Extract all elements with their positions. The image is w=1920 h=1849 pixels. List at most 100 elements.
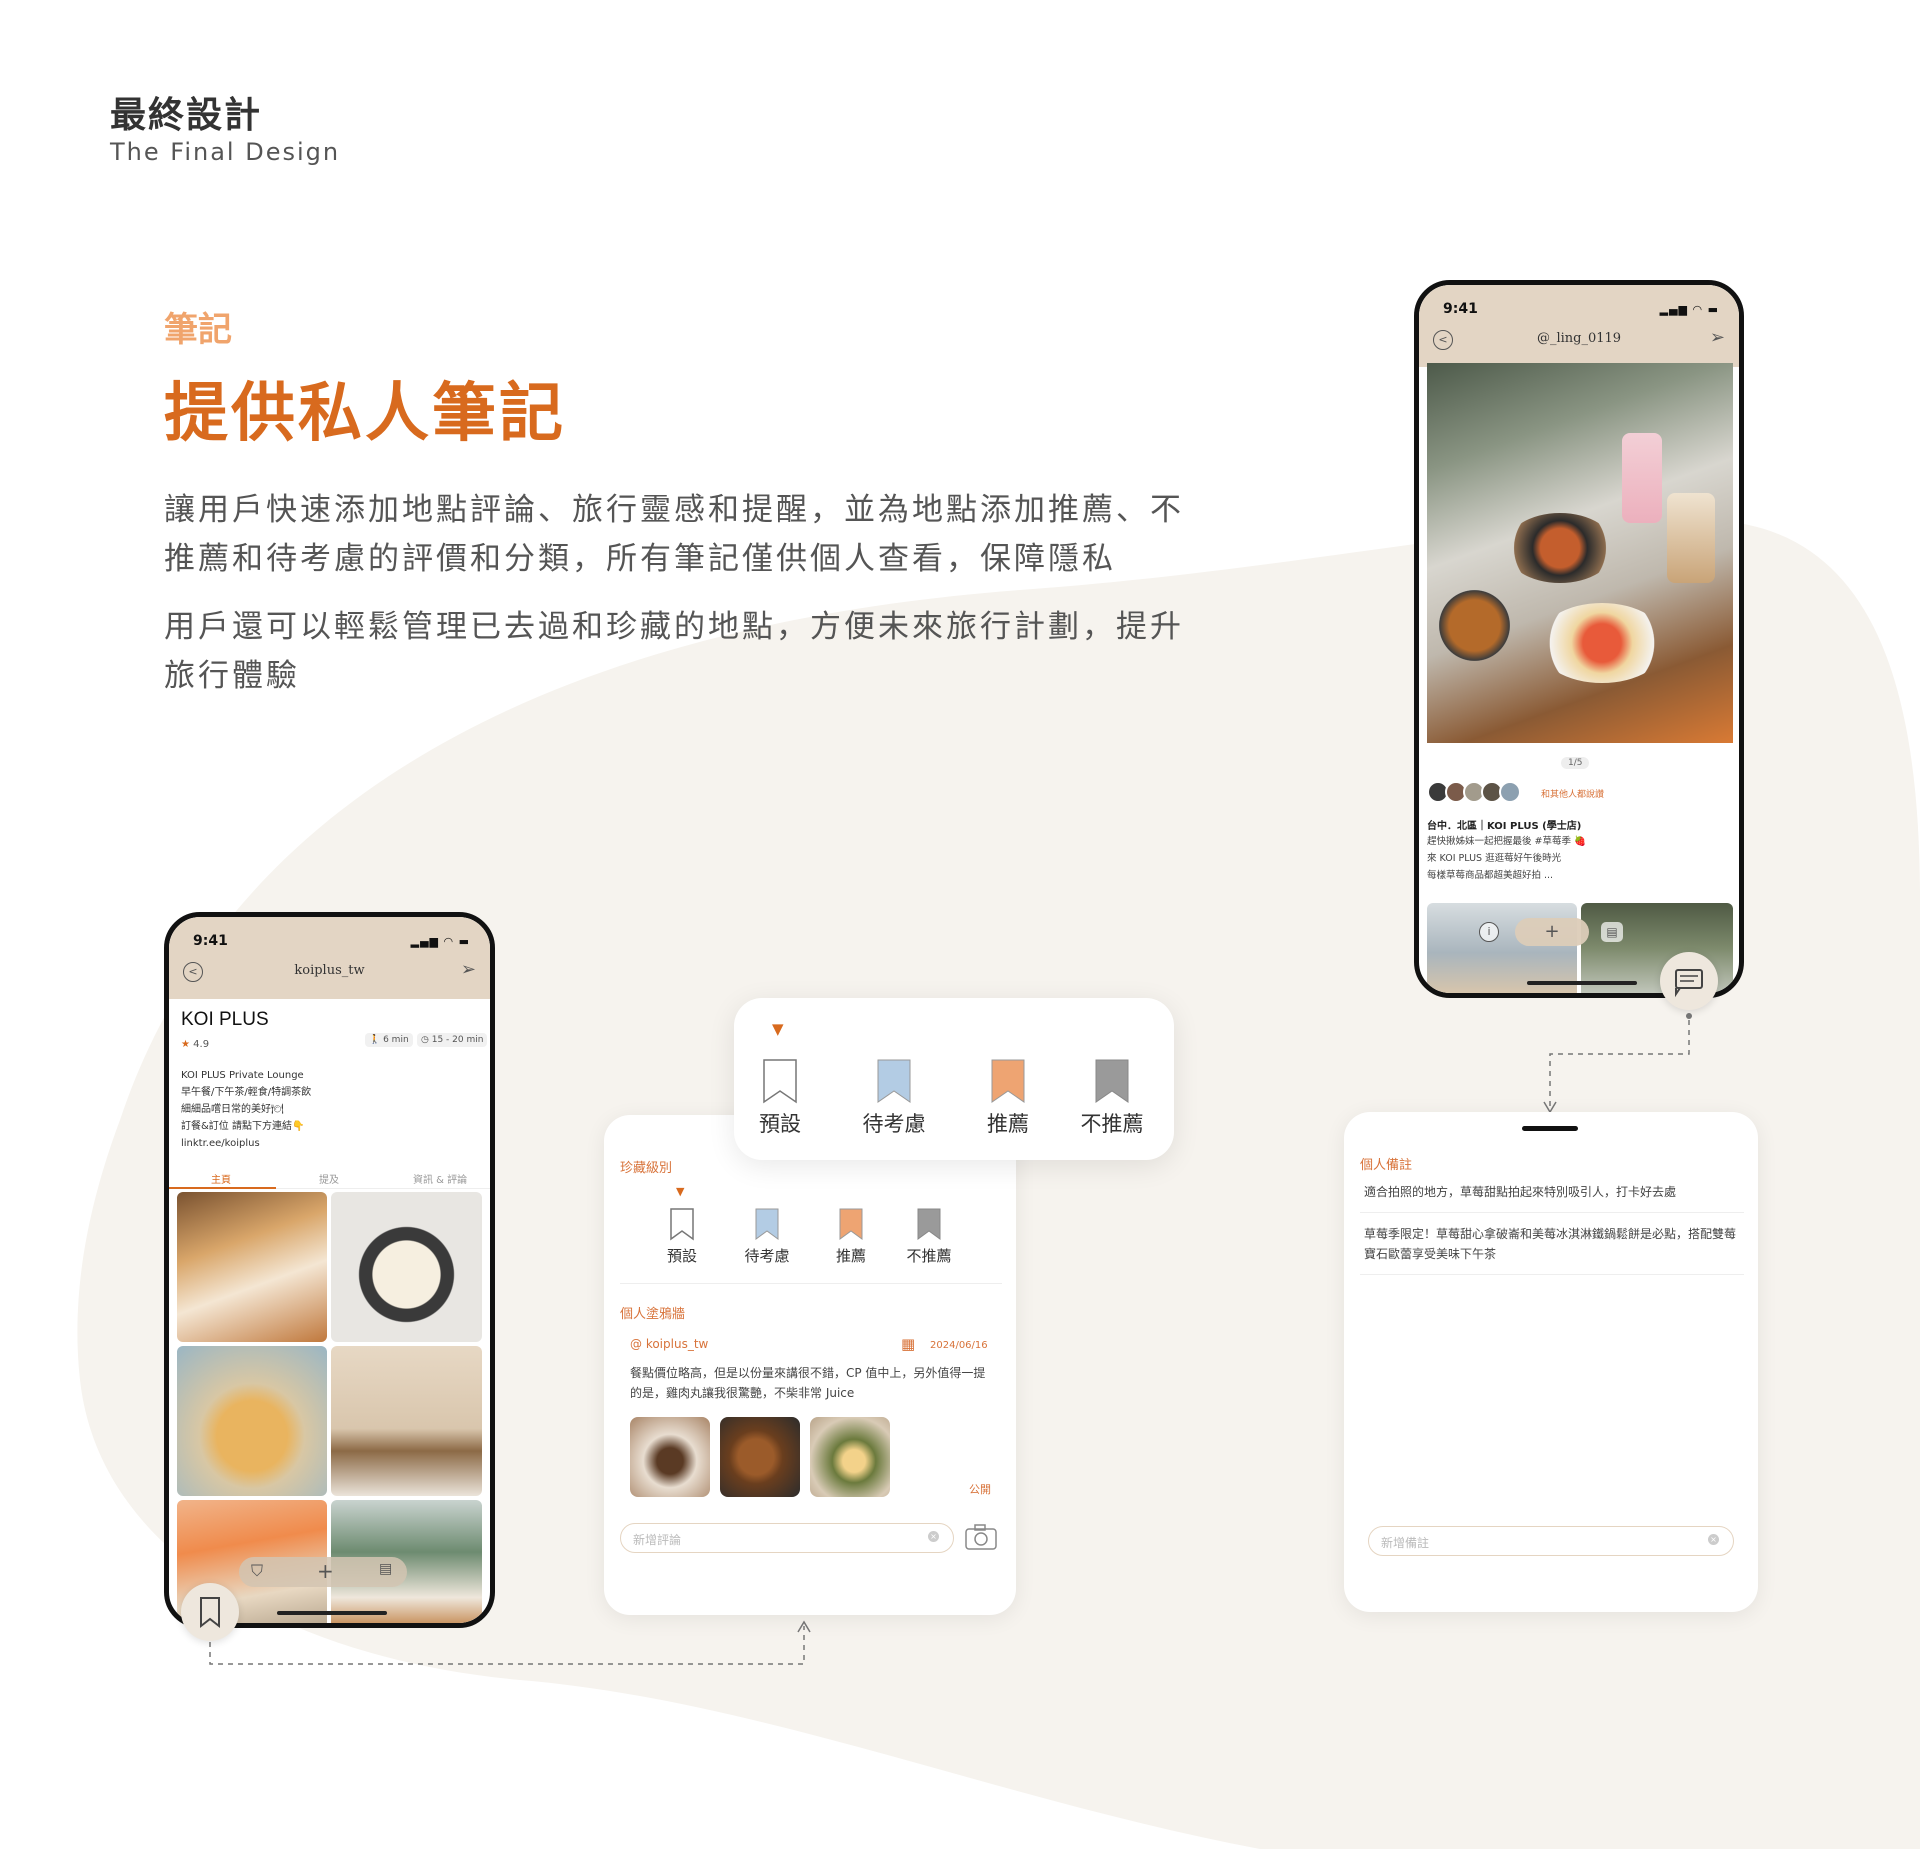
- popup-default-label: 預設: [759, 1112, 801, 1136]
- wait-time: 15 - 20 min: [431, 1035, 484, 1045]
- divider: [1360, 1212, 1744, 1213]
- drink-strawberry: [1622, 433, 1662, 523]
- add-button[interactable]: +: [317, 1559, 334, 1583]
- post-caption-title: 台中．北區｜KOI PLUS (學士店): [1427, 821, 1582, 832]
- tab-mentions[interactable]: 提及: [319, 1171, 339, 1186]
- add-pill-button[interactable]: +: [1515, 918, 1589, 946]
- bio-link[interactable]: linktr.ee/koiplus: [181, 1135, 311, 1152]
- phone-right: 9:41 ▂▄▆ ◠ ▬ < @_ling_0119 ➢ 1/5 和其他人都說讚…: [1414, 280, 1744, 998]
- connector-right: [1543, 1013, 1692, 1114]
- popup-bookmark-recommend-icon[interactable]: [990, 1058, 1026, 1104]
- post-photo[interactable]: [1427, 363, 1733, 743]
- divider: [620, 1283, 1002, 1284]
- bookmark-not-recommend-label: 不推薦: [906, 1247, 952, 1265]
- visibility-label[interactable]: 公開: [969, 1481, 991, 1497]
- camera-icon[interactable]: [964, 1522, 998, 1552]
- popup-bookmark-not-recommend-icon[interactable]: [1094, 1058, 1130, 1104]
- bio-line: 早午餐/下午茶/輕食/特調茶飲: [181, 1087, 312, 1098]
- bookmark-small-icon[interactable]: ⛉: [251, 1561, 263, 1581]
- comment-photo-dessert[interactable]: [630, 1417, 710, 1497]
- note-input[interactable]: 新增備註: [1368, 1526, 1734, 1556]
- status-header: [169, 917, 490, 999]
- dish-napoleon: [1537, 603, 1667, 683]
- note-item-2[interactable]: 草莓季限定！草莓甜心拿破崙和美莓冰淇淋鐵鍋鬆餅是必點，搭配雙莓寶石歐蕾享受美味下…: [1364, 1224, 1740, 1264]
- comment-photo-chicken[interactable]: [720, 1417, 800, 1497]
- status-header: [1419, 285, 1739, 367]
- bookmark-consider-icon[interactable]: [754, 1207, 780, 1241]
- collection-title: 珍藏級別: [620, 1161, 673, 1176]
- bookmark-recommend-label: 推薦: [835, 1247, 866, 1265]
- home-indicator: [1527, 981, 1637, 985]
- profile-tabs: 主頁 提及 資訊 & 評論: [169, 1167, 490, 1189]
- phone-left: 9:41 ▂▄▆ ◠ ▬ < koiplus_tw ➢ KOI PLUS ★ 4…: [164, 912, 495, 1628]
- photo-pancakes[interactable]: [177, 1192, 327, 1342]
- status-time: 9:41: [193, 933, 228, 949]
- connector-left: [209, 1620, 811, 1665]
- walk-time: 6 min: [383, 1035, 409, 1045]
- info-glyph: i: [1487, 925, 1491, 938]
- profile-handle: koiplus_tw: [294, 963, 365, 978]
- signal-battery-icon: ▂▄▆ ◠ ▬: [410, 935, 470, 948]
- collection-card: 珍藏級別 ▼ 預設 待考慮 推薦 不推薦 個人塗鴉牆 @ koiplus_tw …: [604, 1115, 1016, 1615]
- note-item-1[interactable]: 適合拍照的地方，草莓甜點拍起來特別吸引人，打卡好去處: [1364, 1182, 1740, 1202]
- rating-value: 4.9: [193, 1039, 210, 1050]
- sheet-handle: [1522, 1126, 1578, 1131]
- place-name: KOI PLUS: [181, 1009, 269, 1030]
- walk-badge: 🚶 6 min: [365, 1033, 413, 1047]
- comment-input[interactable]: 新增評論: [620, 1523, 954, 1553]
- page-title: 最終設計: [110, 95, 263, 136]
- popup-bookmark-consider-icon[interactable]: [876, 1058, 912, 1104]
- note-icon[interactable]: ▤: [1601, 922, 1623, 942]
- send-icon[interactable]: ➢: [1710, 327, 1725, 348]
- comment-photo-brunch[interactable]: [810, 1417, 890, 1497]
- popup-bookmark-default-icon[interactable]: [762, 1058, 798, 1104]
- caption-line: 來 KOI PLUS 逛逛莓好午後時光: [1427, 853, 1562, 864]
- drink-latte: [1667, 493, 1715, 583]
- page-subtitle: The Final Design: [110, 138, 341, 166]
- clear-icon[interactable]: ×: [928, 1531, 939, 1542]
- popup-recommend-label: 推薦: [987, 1112, 1029, 1136]
- signal-battery-icon: ▂▄▆ ◠ ▬: [1659, 303, 1719, 316]
- note-icon: [1675, 969, 1703, 998]
- comment-text: 餐點價位略高，但是以份量來講很不錯，CP 值中上，另外值得一提的是，雞肉丸讓我很…: [630, 1366, 986, 1400]
- bookmark-float-button[interactable]: [181, 1583, 239, 1641]
- caption-line: 趕快揪姊妹一起把握最後 #草莓季 🍓: [1427, 836, 1586, 847]
- dish-pot: [1505, 513, 1615, 583]
- walk-icon: 🚶: [369, 1035, 381, 1045]
- bookmark-consider-label: 待考慮: [744, 1247, 790, 1265]
- bio-line: 細細品嚐日常的美好🍽: [181, 1104, 284, 1115]
- graffiti-title: 個人塗鴉牆: [620, 1307, 686, 1322]
- clear-icon[interactable]: ×: [1708, 1534, 1719, 1545]
- photo-salad[interactable]: [331, 1346, 482, 1496]
- bio-line: KOI PLUS Private Lounge: [181, 1070, 304, 1081]
- bookmark-popup: ▼ 預設 待考慮 推薦 不推薦: [734, 998, 1174, 1160]
- bookmark-default-label: 預設: [666, 1247, 697, 1265]
- calendar-icon: ▦: [901, 1335, 916, 1353]
- note-float-button[interactable]: [1660, 952, 1718, 1010]
- info-icon[interactable]: i: [1479, 922, 1499, 942]
- comment-date: 2024/06/16: [930, 1340, 988, 1351]
- post-author: @_ling_0119: [1536, 331, 1622, 346]
- section-description-1: 讓用戶快速添加地點評論、旅行靈感和提醒，並為地點添加推薦、不推薦和待考慮的評價和…: [164, 492, 1184, 577]
- post-caption: 趕快揪姊妹一起把握最後 #草莓季 🍓 來 KOI PLUS 逛逛莓好午後時光 每…: [1427, 833, 1586, 884]
- home-indicator: [277, 1611, 387, 1615]
- tab-info-reviews[interactable]: 資訊 & 評論: [413, 1171, 467, 1186]
- bookmark-default-icon[interactable]: [669, 1207, 695, 1241]
- star-icon: ★: [181, 1039, 190, 1050]
- send-icon[interactable]: ➢: [461, 959, 476, 980]
- liked-text[interactable]: 和其他人都說讚: [1541, 787, 1604, 800]
- pager: 1/5: [1561, 757, 1590, 769]
- bookmark-not-recommend-icon[interactable]: [916, 1207, 942, 1241]
- bookmark-recommend-icon[interactable]: [838, 1207, 864, 1241]
- notes-icon[interactable]: ▤: [379, 1561, 392, 1577]
- photo-benedict[interactable]: [331, 1192, 482, 1342]
- section-description-2: 用戶還可以輕鬆管理已去過和珍藏的地點，方便未來旅行計劃，提升旅行體驗: [164, 609, 1184, 694]
- divider: [1360, 1274, 1744, 1275]
- photo-tarts[interactable]: [177, 1346, 327, 1496]
- liked-avatars: [1427, 781, 1537, 803]
- tab-home[interactable]: 主頁: [211, 1171, 231, 1186]
- selected-marker-icon: ▼: [676, 1185, 685, 1198]
- notes-title: 個人備註: [1360, 1158, 1413, 1173]
- status-time: 9:41: [1443, 301, 1478, 317]
- add-glyph: +: [1544, 921, 1560, 942]
